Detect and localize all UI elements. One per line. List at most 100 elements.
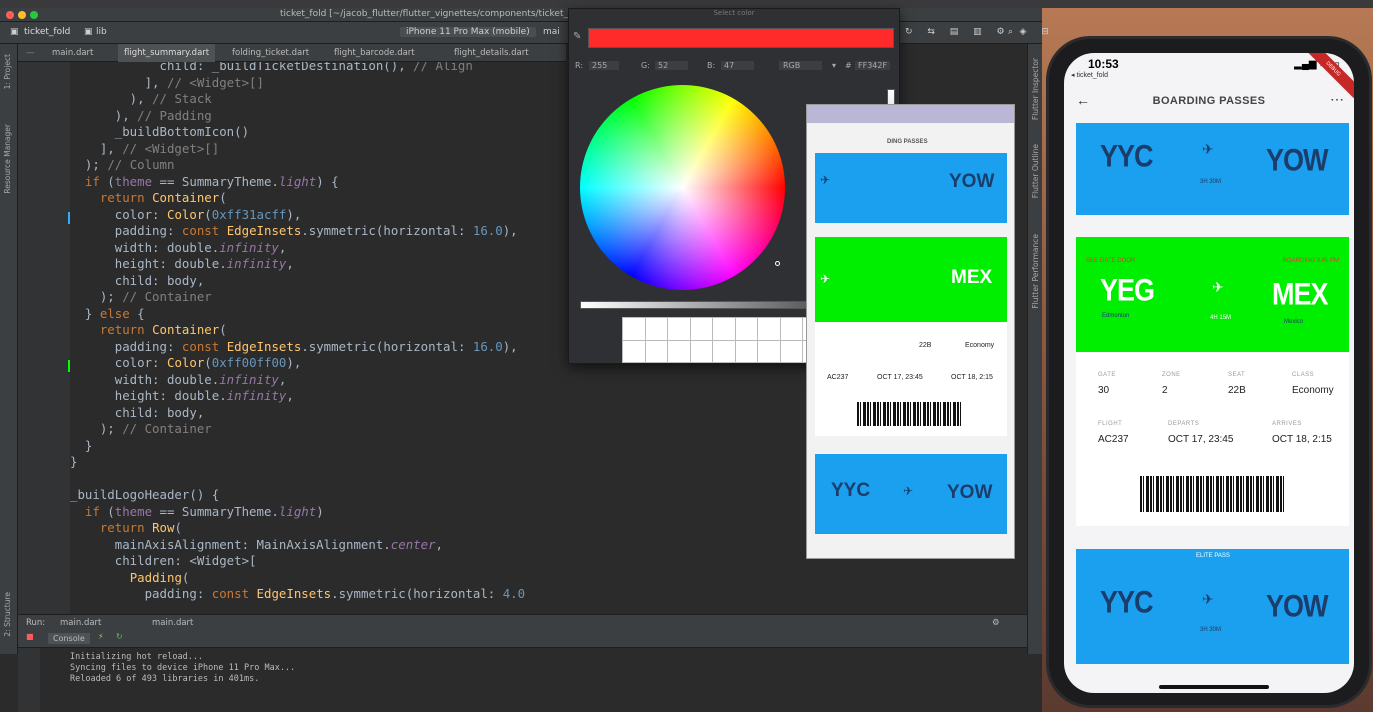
flutter-outline-tab[interactable]: Flutter Outline (1031, 144, 1040, 198)
recent-color-swatch[interactable] (623, 318, 645, 340)
code-line[interactable] (70, 471, 525, 488)
code-line[interactable]: padding: const EdgeInsets.symmetric(hori… (70, 339, 525, 356)
recent-color-swatch[interactable] (758, 318, 780, 340)
recent-color-swatch[interactable] (668, 340, 690, 362)
recent-color-swatch[interactable] (713, 318, 735, 340)
ticket-3-from: YYC (1100, 584, 1154, 620)
chevron-down-icon[interactable]: ▾ (832, 61, 836, 70)
code-line[interactable]: padding: const EdgeInsets.symmetric(hori… (70, 223, 525, 240)
structure-tab[interactable]: 2: Structure (3, 592, 12, 637)
recent-color-swatch[interactable] (645, 318, 667, 340)
code-line[interactable]: height: double.infinity, (70, 388, 525, 405)
console-line: Initializing hot reload... (70, 652, 204, 662)
recent-color-swatch[interactable] (668, 318, 690, 340)
run-config-selector[interactable]: mai (543, 27, 560, 37)
blue-field[interactable]: 47 (721, 61, 755, 70)
ticket-card-2[interactable]: SEE GATE DOOR BOARDING 9:45 PM YEG Edmon… (1076, 237, 1349, 352)
recent-color-swatch[interactable] (780, 318, 802, 340)
breadcrumb-project[interactable]: ticket_fold (24, 27, 70, 37)
zoom-window-button[interactable] (30, 11, 38, 19)
recent-color-swatch[interactable] (713, 340, 735, 362)
code-line[interactable]: if (theme == SummaryTheme.light) (70, 504, 525, 521)
flutter-performance-tab[interactable]: Flutter Performance (1031, 234, 1040, 309)
collapse-icon[interactable]: — (20, 44, 41, 62)
close-window-button[interactable] (6, 11, 14, 19)
ticket-3-header: ELITE PASS (1196, 553, 1230, 559)
console-tab[interactable]: Console (48, 633, 90, 644)
code-line[interactable]: ); // Container (70, 421, 525, 438)
hex-field[interactable]: FF342F (855, 61, 891, 70)
ticket-card-3[interactable]: ELITE PASS YYC ✈ 3H 30M YOW (1076, 549, 1349, 664)
code-line[interactable]: _buildBottomIcon() (70, 124, 525, 141)
recent-color-swatch[interactable] (758, 340, 780, 362)
code-line[interactable]: _buildLogoHeader() { (70, 487, 525, 504)
recent-color-swatch[interactable] (690, 340, 712, 362)
code-line[interactable]: Padding( (70, 570, 525, 587)
code-line[interactable]: if (theme == SummaryTheme.light) { (70, 174, 525, 191)
tab-flight-details[interactable]: flight_details.dart (448, 44, 535, 62)
recent-color-swatch[interactable] (780, 340, 802, 362)
run-tab-2[interactable]: main.dart (152, 618, 193, 628)
search-icon[interactable]: ⌕ (1008, 27, 1013, 37)
code-line[interactable]: height: double.infinity, (70, 256, 525, 273)
ticket-card-1[interactable]: YYC ✈ 3H 30M YOW (1076, 123, 1349, 215)
preview-class: Economy (965, 342, 995, 349)
code-line[interactable]: ), // Stack (70, 91, 525, 108)
preview-details: 22B Economy AC237 OCT 17, 23:45 OCT 18, … (815, 322, 1007, 436)
minimize-window-button[interactable] (18, 11, 26, 19)
hot-reload-icon[interactable]: ⚡ (98, 632, 104, 641)
code-line[interactable]: ), // Padding (70, 108, 525, 125)
flutter-inspector-tab[interactable]: Flutter Inspector (1031, 58, 1040, 120)
code-line[interactable]: ], // <Widget>[] (70, 75, 525, 92)
run-tab-1[interactable]: main.dart (60, 618, 101, 628)
code-line[interactable]: color: Color(0xff00ff00), (70, 355, 525, 372)
color-wheel[interactable] (580, 85, 785, 290)
code-line[interactable]: child: _buildTicketDestination(), // Ali… (70, 62, 525, 75)
code-line[interactable]: color: Color(0xff31acff), (70, 207, 525, 224)
recent-color-swatch[interactable] (623, 340, 645, 362)
resource-manager-tab[interactable]: Resource Manager (3, 124, 12, 194)
tab-folding-ticket[interactable]: folding_ticket.dart (226, 44, 315, 62)
code-editor[interactable]: child: _buildTicketDestination(), // Ali… (70, 62, 566, 614)
more-icon[interactable]: ⋯ (1330, 91, 1344, 108)
toolbar-icons[interactable]: ↻ ⇆ ▤ ▥ ⚙ ◈ ⊟ (905, 27, 1055, 37)
project-tool-tab[interactable]: 1: Project (3, 54, 12, 89)
tab-flight-summary[interactable]: flight_summary.dart (118, 44, 216, 62)
code-line[interactable]: ); // Column (70, 157, 525, 174)
recent-color-swatch[interactable] (735, 318, 757, 340)
recent-color-swatch[interactable] (645, 340, 667, 362)
code-line[interactable]: padding: const EdgeInsets.symmetric(hori… (70, 586, 526, 603)
restart-icon[interactable]: ↻ (116, 632, 123, 641)
color-mode-select[interactable]: RGB (779, 61, 823, 70)
color-wheel-marker[interactable] (775, 261, 780, 266)
recent-color-swatch[interactable] (735, 340, 757, 362)
breadcrumb-lib[interactable]: lib (96, 27, 107, 37)
code-line[interactable]: children: <Widget>[ (70, 553, 525, 570)
code-line[interactable]: width: double.infinity, (70, 240, 525, 257)
code-line[interactable]: } (70, 438, 525, 455)
code-line[interactable]: ); // Container (70, 289, 525, 306)
code-line[interactable]: } else { (70, 306, 525, 323)
eyedropper-icon[interactable]: ✎ (573, 31, 581, 42)
preview-departs: OCT 17, 23:45 (877, 374, 923, 381)
recent-color-swatch[interactable] (690, 318, 712, 340)
device-selector[interactable]: iPhone 11 Pro Max (mobile) (400, 27, 536, 37)
code-line[interactable]: width: double.infinity, (70, 372, 525, 389)
code-line[interactable]: mainAxisAlignment: MainAxisAlignment.cen… (70, 537, 525, 554)
code-line[interactable]: return Row( (70, 520, 525, 537)
tab-main-dart[interactable]: main.dart (46, 44, 99, 62)
code-line[interactable]: } (70, 454, 525, 471)
tab-flight-barcode[interactable]: flight_barcode.dart (328, 44, 421, 62)
stop-icon[interactable]: ■ (26, 632, 34, 641)
code-line[interactable]: return Container( (70, 322, 525, 339)
green-field[interactable]: 52 (655, 61, 689, 70)
code-content[interactable]: child: _buildTicketDestination(), // Ali… (70, 62, 525, 603)
gear-icon[interactable]: ⚙ (992, 618, 1000, 628)
code-line[interactable]: return Container( (70, 190, 525, 207)
code-line[interactable]: ], // <Widget>[] (70, 141, 525, 158)
menu-bar (0, 0, 1373, 8)
code-line[interactable]: child: body, (70, 273, 525, 290)
back-to-app-link[interactable]: ◂ ticket_fold (1071, 71, 1108, 79)
red-field[interactable]: 255 (589, 61, 620, 70)
code-line[interactable]: child: body, (70, 405, 525, 422)
